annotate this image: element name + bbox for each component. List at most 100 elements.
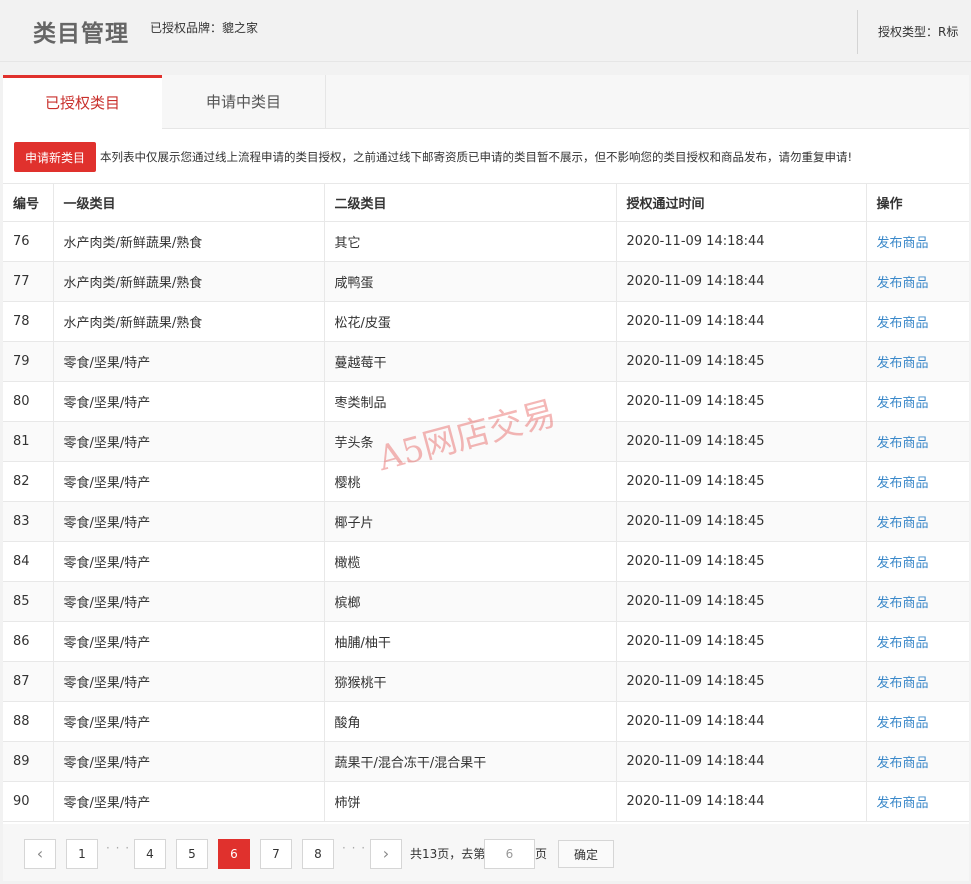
cell-id: 80 xyxy=(3,381,54,422)
cell-id: 85 xyxy=(3,581,54,622)
publish-product-link[interactable]: 发布商品 xyxy=(877,756,929,771)
cell-action: 发布商品 xyxy=(866,781,969,822)
cell-level2-category: 芋头条 xyxy=(324,421,617,462)
cell-action: 发布商品 xyxy=(866,741,969,782)
cell-action: 发布商品 xyxy=(866,661,969,702)
cell-auth-time: 2020-11-09 14:18:45 xyxy=(616,421,867,462)
page-button-7[interactable]: 7 xyxy=(260,839,292,869)
chevron-right-icon: › xyxy=(382,844,390,863)
table-row: 87 零食/坚果/特产 猕猴桃干 2020-11-09 14:18:45 发布商品 xyxy=(3,661,969,702)
cell-id: 78 xyxy=(3,301,54,342)
notice-text: 本列表中仅展示您通过线上流程申请的类目授权，之前通过线下邮寄资质已申请的类目暂不… xyxy=(100,150,853,164)
publish-product-link[interactable]: 发布商品 xyxy=(877,676,929,691)
cell-level2-category: 松花/皮蛋 xyxy=(324,301,617,342)
cell-level2-category: 橄榄 xyxy=(324,541,617,582)
cell-level1-category: 零食/坚果/特产 xyxy=(53,581,325,622)
page-header: 类目管理 已授权品牌：貔之家 授权类型：R标 xyxy=(0,0,971,62)
publish-product-link[interactable]: 发布商品 xyxy=(877,236,929,251)
cell-auth-time: 2020-11-09 14:18:45 xyxy=(616,381,867,422)
auth-type-text: 授权类型：R标 xyxy=(878,25,959,39)
cell-level2-category: 猕猴桃干 xyxy=(324,661,617,702)
publish-product-link[interactable]: 发布商品 xyxy=(877,596,929,611)
column-header-action: 操作 xyxy=(866,183,969,222)
cell-level1-category: 水产肉类/新鲜蔬果/熟食 xyxy=(53,301,325,342)
cell-level1-category: 零食/坚果/特产 xyxy=(53,541,325,582)
cell-level2-category: 酸角 xyxy=(324,701,617,742)
table-header-row: 编号 一级类目 二级类目 授权通过时间 操作 xyxy=(3,183,969,222)
cell-action: 发布商品 xyxy=(866,701,969,742)
cell-auth-time: 2020-11-09 14:18:45 xyxy=(616,621,867,662)
cell-action: 发布商品 xyxy=(866,221,969,262)
table-row: 83 零食/坚果/特产 椰子片 2020-11-09 14:18:45 发布商品 xyxy=(3,501,969,542)
table-row: 76 水产肉类/新鲜蔬果/熟食 其它 2020-11-09 14:18:44 发布商品 xyxy=(3,221,969,262)
publish-product-link[interactable]: 发布商品 xyxy=(877,716,929,731)
pagination-ellipsis: · · · xyxy=(106,841,131,855)
publish-product-link[interactable]: 发布商品 xyxy=(877,636,929,651)
cell-level2-category: 柿饼 xyxy=(324,781,617,822)
cell-id: 79 xyxy=(3,341,54,382)
cell-action: 发布商品 xyxy=(866,301,969,342)
publish-product-link[interactable]: 发布商品 xyxy=(877,796,929,811)
cell-auth-time: 2020-11-09 14:18:44 xyxy=(616,301,867,342)
tab-pending-categories[interactable]: 申请中类目 xyxy=(162,75,326,129)
page-button-8[interactable]: 8 xyxy=(302,839,334,869)
cell-auth-time: 2020-11-09 14:18:44 xyxy=(616,221,867,262)
apply-new-category-button[interactable]: 申请新类目 xyxy=(14,142,96,172)
cell-id: 76 xyxy=(3,221,54,262)
table-row: 84 零食/坚果/特产 橄榄 2020-11-09 14:18:45 发布商品 xyxy=(3,541,969,582)
page-button-1[interactable]: 1 xyxy=(66,839,98,869)
cell-level1-category: 零食/坚果/特产 xyxy=(53,461,325,502)
cell-auth-time: 2020-11-09 14:18:44 xyxy=(616,261,867,302)
goto-page-input[interactable] xyxy=(484,839,535,869)
cell-id: 83 xyxy=(3,501,54,542)
category-tabs: 已授权类目 申请中类目 xyxy=(3,75,969,129)
cell-auth-time: 2020-11-09 14:18:45 xyxy=(616,501,867,542)
cell-action: 发布商品 xyxy=(866,261,969,302)
cell-id: 81 xyxy=(3,421,54,462)
cell-action: 发布商品 xyxy=(866,461,969,502)
cell-level2-category: 槟榔 xyxy=(324,581,617,622)
next-page-button[interactable]: › xyxy=(370,839,402,869)
publish-product-link[interactable]: 发布商品 xyxy=(877,316,929,331)
cell-auth-time: 2020-11-09 14:18:45 xyxy=(616,541,867,582)
publish-product-link[interactable]: 发布商品 xyxy=(877,356,929,371)
cell-level2-category: 樱桃 xyxy=(324,461,617,502)
table-row: 82 零食/坚果/特产 樱桃 2020-11-09 14:18:45 发布商品 xyxy=(3,461,969,502)
cell-action: 发布商品 xyxy=(866,381,969,422)
cell-action: 发布商品 xyxy=(866,541,969,582)
page-button-5[interactable]: 5 xyxy=(176,839,208,869)
cell-level2-category: 咸鸭蛋 xyxy=(324,261,617,302)
cell-level1-category: 零食/坚果/特产 xyxy=(53,741,325,782)
cell-level1-category: 零食/坚果/特产 xyxy=(53,381,325,422)
publish-product-link[interactable]: 发布商品 xyxy=(877,436,929,451)
publish-product-link[interactable]: 发布商品 xyxy=(877,556,929,571)
page-button-4[interactable]: 4 xyxy=(134,839,166,869)
cell-auth-time: 2020-11-09 14:18:45 xyxy=(616,341,867,382)
notice-bar: 申请新类目 本列表中仅展示您通过线上流程申请的类目授权，之前通过线下邮寄资质已申… xyxy=(3,139,969,173)
table-row: 85 零食/坚果/特产 槟榔 2020-11-09 14:18:45 发布商品 xyxy=(3,581,969,622)
publish-product-link[interactable]: 发布商品 xyxy=(877,476,929,491)
page-title: 类目管理 xyxy=(33,21,129,47)
table-row: 80 零食/坚果/特产 枣类制品 2020-11-09 14:18:45 发布商品 xyxy=(3,381,969,422)
page-button-6-current[interactable]: 6 xyxy=(218,839,250,869)
cell-action: 发布商品 xyxy=(866,341,969,382)
publish-product-link[interactable]: 发布商品 xyxy=(877,396,929,411)
column-header-auth-time: 授权通过时间 xyxy=(616,183,867,222)
confirm-goto-button[interactable]: 确定 xyxy=(558,840,614,868)
table-row: 90 零食/坚果/特产 柿饼 2020-11-09 14:18:44 发布商品 xyxy=(3,781,969,822)
cell-level1-category: 零食/坚果/特产 xyxy=(53,501,325,542)
cell-level1-category: 零食/坚果/特产 xyxy=(53,701,325,742)
cell-level2-category: 柚脯/柚干 xyxy=(324,621,617,662)
cell-id: 88 xyxy=(3,701,54,742)
table-row: 88 零食/坚果/特产 酸角 2020-11-09 14:18:44 发布商品 xyxy=(3,701,969,742)
cell-level1-category: 零食/坚果/特产 xyxy=(53,781,325,822)
publish-product-link[interactable]: 发布商品 xyxy=(877,276,929,291)
publish-product-link[interactable]: 发布商品 xyxy=(877,516,929,531)
prev-page-button[interactable]: ‹ xyxy=(24,839,56,869)
table-row: 81 零食/坚果/特产 芋头条 2020-11-09 14:18:45 发布商品 xyxy=(3,421,969,462)
pagination: ‹ 1 · · · 4 5 6 7 8 · · · › 共13页，去第 页 确定 xyxy=(3,824,969,881)
authorized-brand-text: 已授权品牌：貔之家 xyxy=(150,21,259,35)
cell-level1-category: 零食/坚果/特产 xyxy=(53,341,325,382)
column-header-level1-category: 一级类目 xyxy=(53,183,325,222)
tab-authorized-categories[interactable]: 已授权类目 xyxy=(3,75,162,129)
